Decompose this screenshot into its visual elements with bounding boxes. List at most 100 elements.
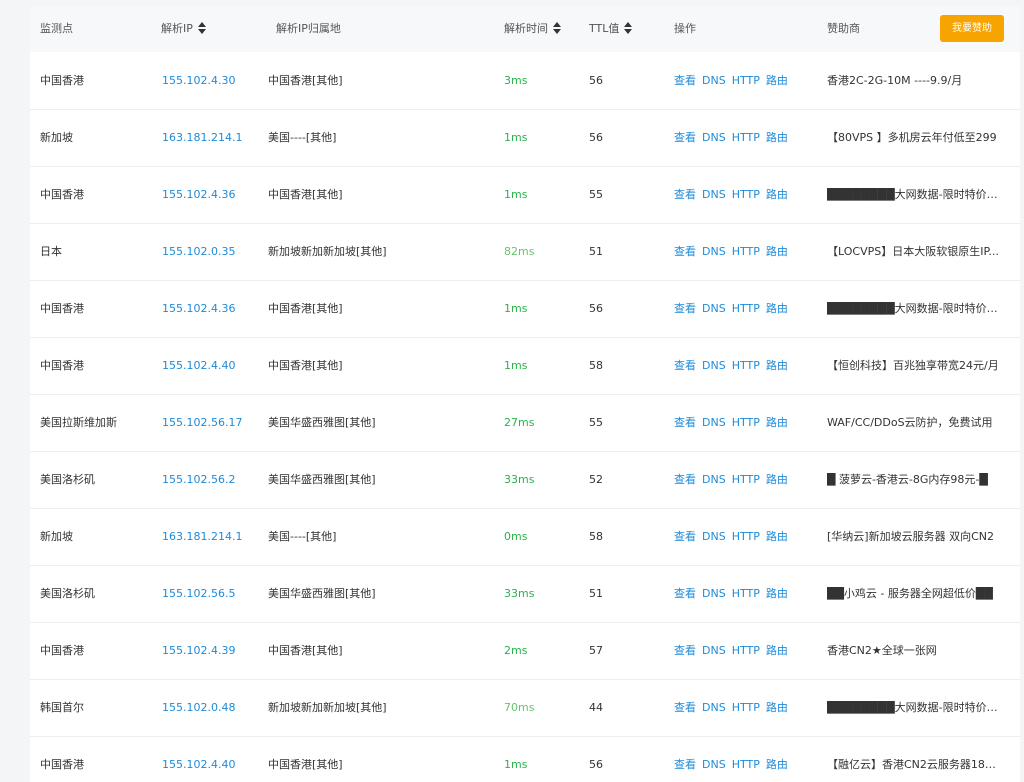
- view-link[interactable]: 查看: [674, 644, 696, 657]
- route-link[interactable]: 路由: [766, 473, 788, 486]
- sponsor-button[interactable]: 我要赞助: [940, 15, 1004, 42]
- sort-icon[interactable]: [624, 22, 633, 34]
- sponsor-link[interactable]: ████████大网数据-限时特价██: [827, 701, 1002, 715]
- dns-link[interactable]: DNS: [702, 701, 726, 714]
- route-link[interactable]: 路由: [766, 644, 788, 657]
- sponsor-link[interactable]: ████████大网数据-限时特价██: [827, 188, 1002, 202]
- http-link[interactable]: HTTP: [732, 302, 760, 315]
- sponsor-link[interactable]: 香港2C-2G-10M ----9.9/月: [827, 74, 1002, 88]
- ip-location: 中国香港[其他]: [268, 359, 343, 372]
- resolved-ip-link[interactable]: 155.102.56.5: [162, 587, 262, 601]
- resolved-ip-link[interactable]: 155.102.4.36: [162, 302, 262, 316]
- sponsor-link[interactable]: [华纳云]新加坡云服务器 双向CN2: [827, 530, 1002, 544]
- dns-link[interactable]: DNS: [702, 302, 726, 315]
- table-row: 中国香港 155.102.4.40 中国香港[其他] 1ms 58 查看 DNS HTTP 路由…: [30, 338, 1020, 395]
- resolved-ip-link[interactable]: 155.102.4.39: [162, 644, 262, 658]
- route-link[interactable]: 路由: [766, 188, 788, 201]
- dns-link[interactable]: DNS: [702, 758, 726, 771]
- http-link[interactable]: HTTP: [732, 131, 760, 144]
- route-link[interactable]: 路由: [766, 131, 788, 144]
- view-link[interactable]: 查看: [674, 359, 696, 372]
- http-link[interactable]: HTTP: [732, 473, 760, 486]
- view-link[interactable]: 查看: [674, 473, 696, 486]
- sponsor-link[interactable]: 【80VPS 】多机房云年付低至299: [827, 131, 1002, 145]
- http-link[interactable]: HTTP: [732, 758, 760, 771]
- view-link[interactable]: 查看: [674, 245, 696, 258]
- route-link[interactable]: 路由: [766, 587, 788, 600]
- resolved-ip-link[interactable]: 155.102.4.36: [162, 188, 262, 202]
- header-ttl[interactable]: TTL值: [589, 22, 633, 36]
- ip-location: 美国----[其他]: [268, 530, 337, 543]
- dns-link[interactable]: DNS: [702, 131, 726, 144]
- http-link[interactable]: HTTP: [732, 587, 760, 600]
- route-link[interactable]: 路由: [766, 416, 788, 429]
- view-link[interactable]: 查看: [674, 530, 696, 543]
- route-link[interactable]: 路由: [766, 74, 788, 87]
- route-link[interactable]: 路由: [766, 302, 788, 315]
- resolved-ip-link[interactable]: 155.102.56.17: [162, 416, 262, 430]
- sort-icon[interactable]: [553, 22, 561, 34]
- header-ttl-label: TTL值: [589, 22, 620, 35]
- header-ip[interactable]: 解析IP: [161, 22, 206, 36]
- route-link[interactable]: 路由: [766, 758, 788, 771]
- http-link[interactable]: HTTP: [732, 245, 760, 258]
- header-point: 监测点: [40, 22, 73, 35]
- http-link[interactable]: HTTP: [732, 359, 760, 372]
- resolved-ip-link[interactable]: 155.102.4.40: [162, 758, 262, 772]
- route-link[interactable]: 路由: [766, 245, 788, 258]
- http-link[interactable]: HTTP: [732, 701, 760, 714]
- dns-link[interactable]: DNS: [702, 74, 726, 87]
- route-link[interactable]: 路由: [766, 701, 788, 714]
- dns-link[interactable]: DNS: [702, 416, 726, 429]
- dns-link[interactable]: DNS: [702, 188, 726, 201]
- dns-link[interactable]: DNS: [702, 644, 726, 657]
- http-link[interactable]: HTTP: [732, 416, 760, 429]
- http-link[interactable]: HTTP: [732, 188, 760, 201]
- table-row: 中国香港 155.102.4.36 中国香港[其他] 1ms 56 查看 DNS HTTP 路由…: [30, 281, 1020, 338]
- resolve-time: 1ms: [504, 758, 528, 771]
- sponsor-link[interactable]: 【恒创科技】百兆独享带宽24元/月: [827, 359, 1002, 373]
- dns-link[interactable]: DNS: [702, 245, 726, 258]
- sponsor-link[interactable]: 【融亿云】香港CN2云服务器18元...: [827, 758, 1002, 772]
- dns-link[interactable]: DNS: [702, 530, 726, 543]
- header-time[interactable]: 解析时间: [504, 22, 561, 36]
- monitor-point: 中国香港: [40, 74, 84, 87]
- resolved-ip-link[interactable]: 155.102.4.30: [162, 74, 262, 88]
- view-link[interactable]: 查看: [674, 758, 696, 771]
- route-link[interactable]: 路由: [766, 530, 788, 543]
- dns-link[interactable]: DNS: [702, 359, 726, 372]
- http-link[interactable]: HTTP: [732, 644, 760, 657]
- header-location: 解析IP归属地: [276, 22, 341, 35]
- dns-link[interactable]: DNS: [702, 587, 726, 600]
- view-link[interactable]: 查看: [674, 74, 696, 87]
- resolved-ip-link[interactable]: 155.102.56.2: [162, 473, 262, 487]
- row-actions: 查看 DNS HTTP 路由: [674, 188, 824, 202]
- sponsor-link[interactable]: WAF/CC/DDoS云防护，免费试用: [827, 416, 1002, 430]
- resolved-ip-link[interactable]: 163.181.214.1: [162, 530, 262, 544]
- http-link[interactable]: HTTP: [732, 74, 760, 87]
- view-link[interactable]: 查看: [674, 188, 696, 201]
- sponsor-link[interactable]: 【LOCVPS】日本大阪软银原生IP...: [827, 245, 1002, 259]
- view-link[interactable]: 查看: [674, 701, 696, 714]
- sort-icon[interactable]: [197, 22, 206, 34]
- sponsor-link[interactable]: ██小鸡云 - 服务器全网超低价██: [827, 587, 1002, 601]
- view-link[interactable]: 查看: [674, 416, 696, 429]
- resolved-ip-link[interactable]: 163.181.214.1: [162, 131, 262, 145]
- ip-location: 美国华盛西雅图[其他]: [268, 473, 376, 486]
- route-link[interactable]: 路由: [766, 359, 788, 372]
- table-row: 中国香港 155.102.4.36 中国香港[其他] 1ms 55 查看 DNS HTTP 路由…: [30, 167, 1020, 224]
- ttl-value: 57: [589, 644, 603, 657]
- sponsor-link[interactable]: 香港CN2★全球一张网: [827, 644, 1002, 658]
- sponsor-link[interactable]: ████████大网数据-限时特价██: [827, 302, 1002, 316]
- resolved-ip-link[interactable]: 155.102.0.48: [162, 701, 262, 715]
- row-actions: 查看 DNS HTTP 路由: [674, 416, 824, 430]
- ttl-value: 52: [589, 473, 603, 486]
- dns-link[interactable]: DNS: [702, 473, 726, 486]
- view-link[interactable]: 查看: [674, 587, 696, 600]
- resolved-ip-link[interactable]: 155.102.4.40: [162, 359, 262, 373]
- resolved-ip-link[interactable]: 155.102.0.35: [162, 245, 262, 259]
- http-link[interactable]: HTTP: [732, 530, 760, 543]
- view-link[interactable]: 查看: [674, 131, 696, 144]
- view-link[interactable]: 查看: [674, 302, 696, 315]
- sponsor-link[interactable]: █ 菠萝云-香港云-8G内存98元-█: [827, 473, 1002, 487]
